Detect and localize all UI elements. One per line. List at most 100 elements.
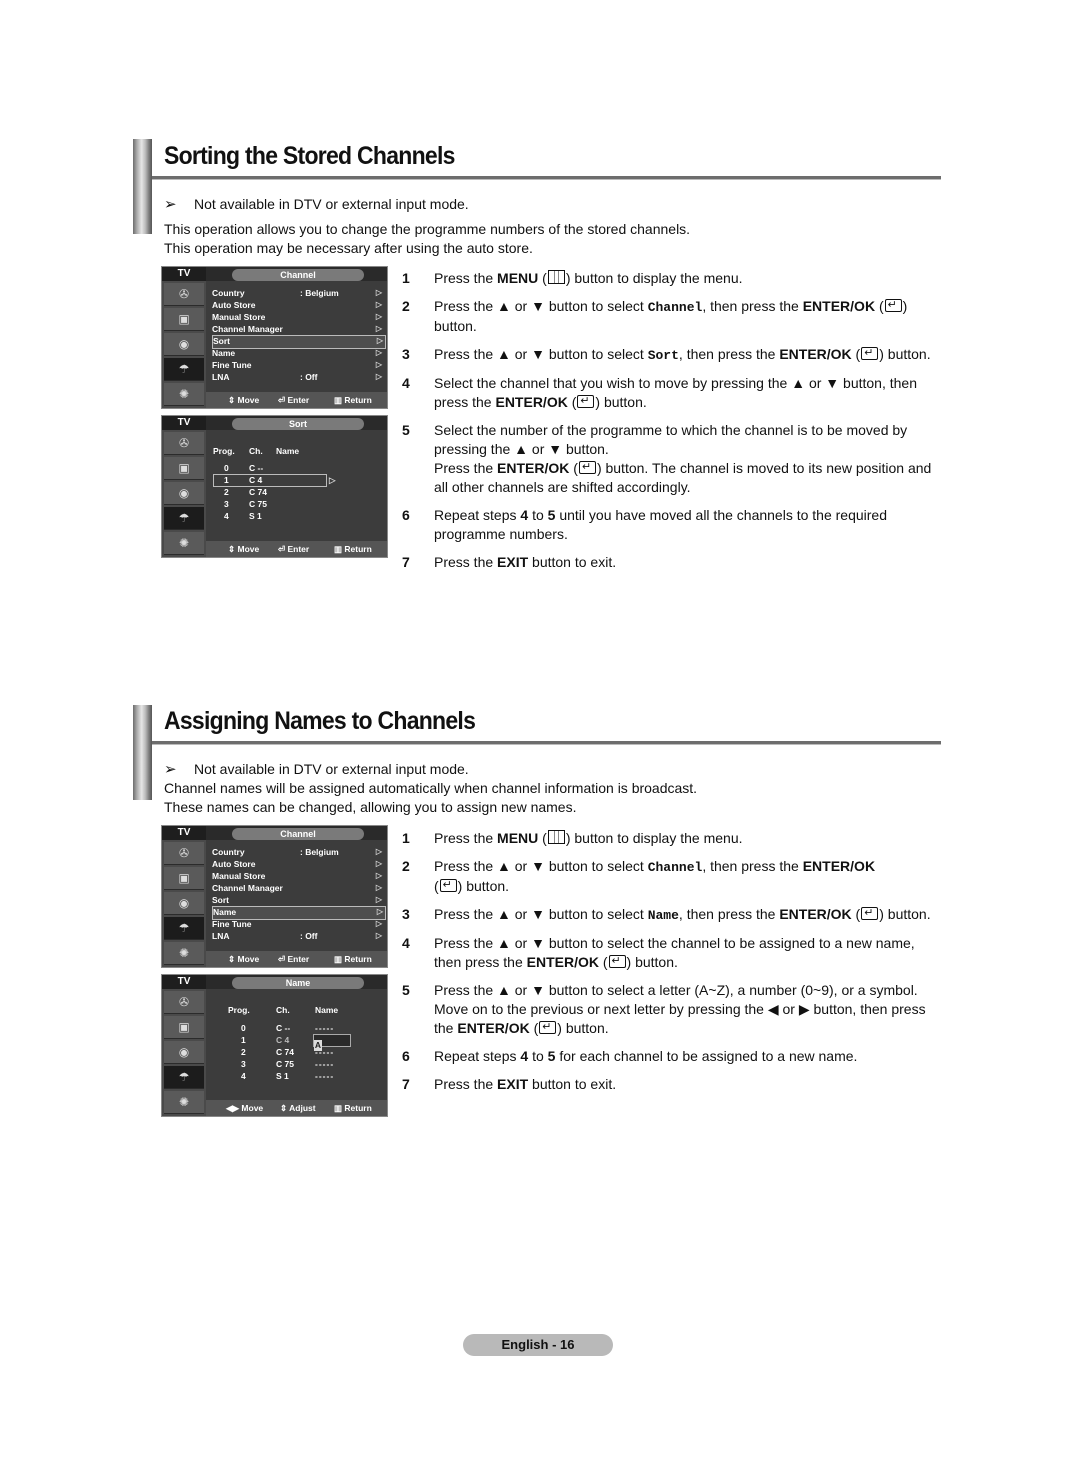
step-number: 7 — [402, 1076, 410, 1092]
setup-icon[interactable]: ✺ — [164, 1091, 204, 1114]
osd-title: Sort — [232, 418, 364, 430]
prog-number: 0 — [224, 463, 229, 473]
chevron-right-icon: ▷ — [375, 288, 382, 297]
name-input[interactable]: A — [313, 1034, 351, 1051]
sound-icon[interactable]: ◉ — [164, 333, 204, 356]
picture-icon[interactable]: ▣ — [164, 457, 204, 480]
channel-name: ----- — [315, 1059, 335, 1069]
menu-item-fine-tune[interactable]: Fine Tune ▷ — [212, 918, 384, 930]
menu-button-icon — [547, 270, 565, 284]
note: ➢ Not available in DTV or external input … — [164, 760, 469, 778]
note: ➢ Not available in DTV or external input … — [164, 195, 469, 213]
enter-button-icon — [577, 392, 595, 411]
menu-item-channel-manager[interactable]: Channel Manager ▷ — [212, 323, 384, 335]
channel-name: ----- — [315, 1023, 335, 1033]
channel-icon[interactable]: ☂ — [164, 1066, 204, 1089]
step-item: 7 Press the EXIT button to exit. — [402, 1075, 942, 1094]
menu-item-value: : Belgium — [300, 288, 339, 298]
intro-line: Channel names will be assigned automatic… — [164, 780, 698, 796]
step-text: Press the EXIT button to exit. — [434, 1076, 617, 1092]
prog-number: 4 — [224, 511, 229, 521]
picture-icon[interactable]: ▣ — [164, 308, 204, 331]
setup-icon[interactable]: ✺ — [164, 942, 204, 965]
menu-item-channel-manager[interactable]: Channel Manager ▷ — [212, 882, 384, 894]
menu-item-label: LNA — [212, 372, 230, 382]
footer-move: ⇕ Move — [228, 954, 260, 964]
picture-icon[interactable]: ▣ — [164, 867, 204, 890]
step-number: 6 — [402, 1048, 410, 1064]
column-header: Name — [315, 1005, 339, 1015]
prog-number: 3 — [224, 499, 229, 509]
menu-item-sort[interactable]: Sort ▷ — [212, 894, 384, 906]
footer-return: ▥ Return — [334, 954, 372, 964]
footer-enter: ⏎ Enter — [278, 395, 310, 405]
step-item: 4 Press the ▲ or ▼ button to select the c… — [402, 934, 942, 972]
sound-icon[interactable]: ◉ — [164, 482, 204, 505]
antenna-icon[interactable]: ✇ — [164, 432, 204, 455]
menu-item-auto-store[interactable]: Auto Store ▷ — [212, 858, 384, 870]
chevron-right-icon: ▷ — [375, 931, 382, 940]
menu-item-label: Auto Store — [212, 300, 256, 310]
menu-item-label: Auto Store — [212, 859, 256, 869]
sound-icon[interactable]: ◉ — [164, 1041, 204, 1064]
selected-row-highlight[interactable] — [213, 474, 327, 487]
chevron-right-icon: ▷ — [375, 324, 382, 333]
step-text: Select the number of the programme to wh… — [434, 422, 931, 495]
antenna-icon[interactable]: ✇ — [164, 283, 204, 306]
menu-item-label: Fine Tune — [212, 919, 252, 929]
chevron-right-icon: ▷ — [375, 859, 382, 868]
antenna-icon[interactable]: ✇ — [164, 842, 204, 865]
sound-icon[interactable]: ◉ — [164, 892, 204, 915]
menu-item-manual-store[interactable]: Manual Store ▷ — [212, 311, 384, 323]
menu-item-manual-store[interactable]: Manual Store ▷ — [212, 870, 384, 882]
channel-name: ----- — [315, 1047, 335, 1057]
menu-item-label: Name — [213, 907, 237, 917]
section-bar — [133, 139, 152, 234]
menu-item-value: : Belgium — [300, 847, 339, 857]
setup-icon[interactable]: ✺ — [164, 383, 204, 406]
channel-icon[interactable]: ☂ — [164, 917, 204, 940]
menu-item-name[interactable]: Name ▷ — [212, 347, 384, 359]
antenna-icon[interactable]: ✇ — [164, 991, 204, 1014]
setup-icon[interactable]: ✺ — [164, 532, 204, 555]
menu-item-fine-tune[interactable]: Fine Tune ▷ — [212, 359, 384, 371]
menu-item-auto-store[interactable]: Auto Store ▷ — [212, 299, 384, 311]
channel-icon[interactable]: ☂ — [164, 358, 204, 381]
menu-item-country[interactable]: Country: Belgium ▷ — [212, 287, 384, 299]
footer-enter: ⏎ Enter — [278, 954, 310, 964]
osd-title: Name — [232, 977, 364, 989]
prog-number: 2 — [224, 487, 229, 497]
step-text: Press the ▲ or ▼ button to select Channe… — [434, 858, 875, 895]
menu-item-label: Sort — [213, 336, 230, 346]
chevron-right-icon: ▷ — [375, 372, 382, 381]
enter-button-icon — [608, 952, 626, 971]
menu-item-country[interactable]: Country: Belgium ▷ — [212, 846, 384, 858]
step-number: 5 — [402, 982, 410, 998]
step-text: Press the EXIT button to exit. — [434, 554, 617, 570]
footer-return: ▥ Return — [334, 1103, 372, 1113]
step-text: Press the ▲ or ▼ button to select Sort, … — [434, 344, 931, 363]
column-header: Prog. — [228, 1005, 250, 1015]
step-item: 1 Press the MENU () button to display the… — [402, 829, 942, 848]
channel-icon[interactable]: ☂ — [164, 507, 204, 530]
chevron-right-icon: ▷ — [375, 883, 382, 892]
menu-item-lna[interactable]: LNA : Off ▷ — [212, 371, 384, 383]
tv-label: TV — [162, 267, 206, 281]
picture-icon[interactable]: ▣ — [164, 1016, 204, 1039]
prog-number: 4 — [241, 1071, 246, 1081]
step-number: 3 — [402, 906, 410, 922]
enter-button-icon — [578, 458, 596, 477]
menu-item-label: Sort — [212, 895, 229, 905]
footer-return: ▥ Return — [334, 544, 372, 554]
footer-adjust: ⇕ Adjust — [280, 1103, 316, 1113]
column-header: Name — [276, 446, 300, 456]
menu-item-lna[interactable]: LNA: Off ▷ — [212, 930, 384, 942]
menu-item-value: : Off — [300, 372, 318, 382]
menu-item-label: Channel Manager — [212, 883, 283, 893]
menu-item-value: : Off — [300, 931, 318, 941]
channel-id: C 4 — [276, 1035, 290, 1045]
step-item: 2 Press the ▲ or ▼ button to select Chann… — [402, 296, 942, 336]
chevron-right-icon: ▷ — [375, 895, 382, 904]
step-number: 5 — [402, 422, 410, 438]
heading-rule — [152, 176, 941, 180]
